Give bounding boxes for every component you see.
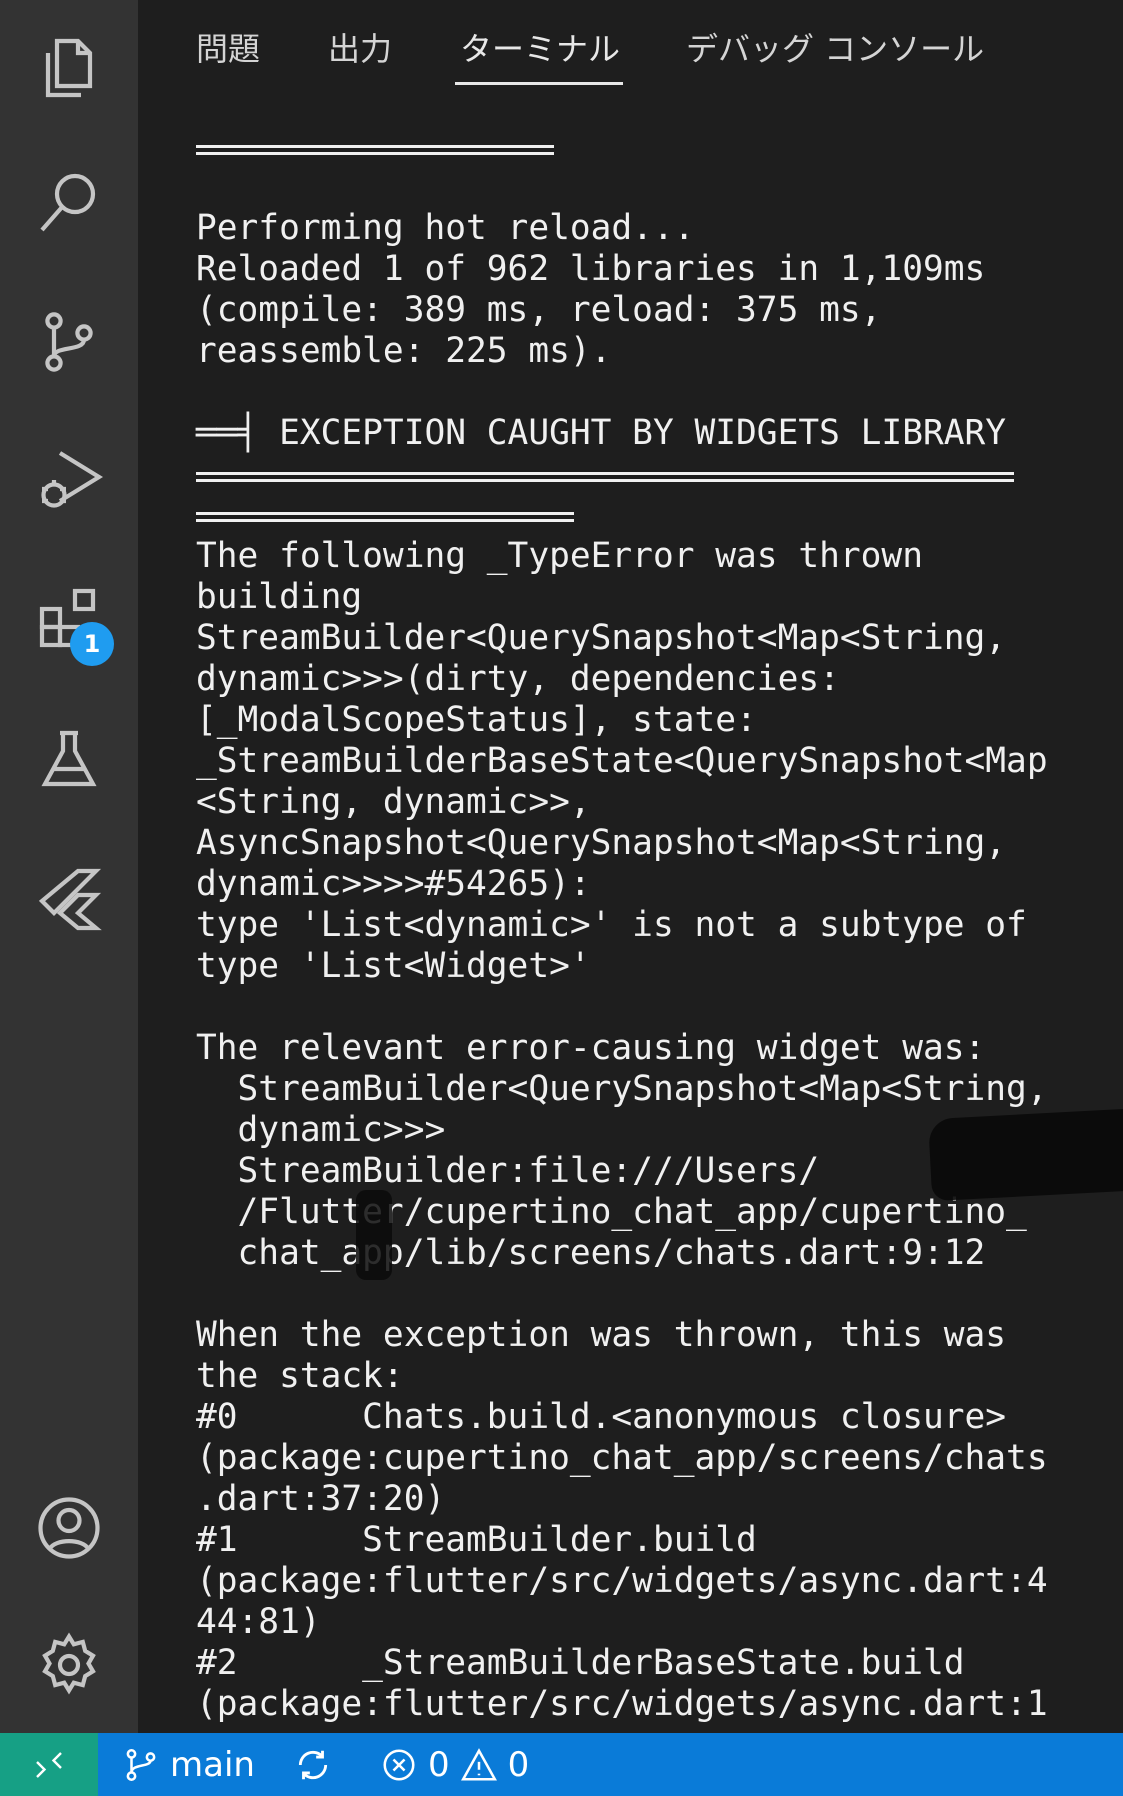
tab-terminal[interactable]: ターミナル [460, 24, 620, 84]
error-count: 0 [428, 1744, 450, 1785]
terminal-line: (package:flutter/src/widgets/async.dart:… [196, 1561, 1048, 1601]
remote-icon [36, 1751, 62, 1778]
status-bar: main 0 0 [0, 1733, 1123, 1796]
search-icon[interactable] [29, 163, 109, 243]
terminal-line: When the exception was thrown, this was [196, 1315, 1007, 1355]
terminal-line: <String, dynamic>>, [196, 782, 591, 822]
terminal-line: building [196, 577, 363, 617]
terminal-line: Reloaded 1 of 962 libraries in 1,109ms [196, 249, 986, 289]
terminal-line: chat_app/lib/screens/chats.dart:9:12 [196, 1233, 986, 1273]
flutter-icon[interactable] [29, 858, 109, 938]
branch-indicator[interactable]: main [122, 1733, 255, 1796]
redaction-scribble [928, 1104, 1123, 1202]
terminal-line: [_ModalScopeStatus], state: [196, 700, 757, 740]
git-branch-icon [126, 1748, 156, 1781]
terminal-line: Performing hot reload... [196, 208, 695, 248]
terminal-line: ══╡ EXCEPTION CAUGHT BY WIDGETS LIBRARY [196, 413, 1007, 453]
panel-tabs: 問題 出力 ターミナル デバッグ コンソール [138, 0, 1123, 95]
terminal-line: #1 StreamBuilder.build [196, 1520, 757, 1560]
terminal-line: .dart:37:20) [196, 1479, 446, 1519]
source-control-icon[interactable] [29, 302, 109, 382]
redaction-scribble [356, 1190, 392, 1280]
settings-gear-icon[interactable] [29, 1625, 109, 1705]
error-icon [383, 1748, 415, 1781]
terminal-line: The relevant error-causing widget was: [196, 1028, 986, 1068]
tab-problems[interactable]: 問題 [196, 24, 260, 84]
terminal-line: #0 Chats.build.<anonymous closure> [196, 1397, 1007, 1437]
terminal-line: _StreamBuilderBaseState<QuerySnapshot<Ma… [196, 741, 1048, 781]
testing-flask-icon[interactable] [29, 720, 109, 800]
terminal-line: 44:81) [196, 1602, 321, 1642]
account-icon[interactable] [29, 1488, 109, 1568]
active-tab-indicator [455, 82, 623, 85]
sync-button[interactable] [294, 1733, 332, 1796]
terminal-line: AsyncSnapshot<QuerySnapshot<Map<String, [196, 823, 1007, 863]
terminal-line: type 'List<Widget>' [196, 946, 591, 986]
explorer-icon[interactable] [29, 28, 109, 108]
terminal-line: The following _TypeError was thrown [196, 536, 923, 576]
sync-icon [298, 1750, 328, 1779]
terminal-line: dynamic>>>(dirty, dependencies: [196, 659, 840, 699]
terminal-line: (package:cupertino_chat_app/screens/chat… [196, 1438, 1048, 1478]
terminal-line: #2 _StreamBuilderBaseState.build [196, 1643, 965, 1683]
terminal-line: reassemble: 225 ms). [196, 331, 612, 371]
tab-output[interactable]: 出力 [328, 24, 392, 84]
panel: 問題 出力 ターミナル デバッグ コンソール Performing hot re… [138, 0, 1123, 1733]
terminal-output[interactable]: Performing hot reload... Reloaded 1 of 96… [196, 126, 1096, 1725]
run-debug-icon[interactable] [29, 440, 109, 520]
terminal-line: the stack: [196, 1356, 404, 1396]
terminal-line: type 'List<dynamic>' is not a subtype of [196, 905, 1027, 945]
terminal-line: StreamBuilder<QuerySnapshot<Map<String, [196, 618, 1007, 658]
extensions-badge: 1 [70, 622, 114, 666]
terminal-line: dynamic>>>>#54265): [196, 864, 591, 904]
terminal-line: (compile: 389 ms, reload: 375 ms, [196, 290, 882, 330]
remote-indicator[interactable] [0, 1733, 98, 1796]
terminal-line: (package:flutter/src/widgets/async.dart:… [196, 1684, 1048, 1724]
terminal-line: StreamBuilder<QuerySnapshot<Map<String, [196, 1069, 1048, 1109]
warning-icon [460, 1747, 497, 1781]
problems-indicator[interactable]: 0 0 [380, 1733, 529, 1796]
branch-name: main [170, 1744, 255, 1785]
tab-debug-console[interactable]: デバッグ コンソール [686, 24, 984, 84]
activity-bar: 1 [0, 0, 138, 1733]
warning-count: 0 [507, 1744, 530, 1785]
